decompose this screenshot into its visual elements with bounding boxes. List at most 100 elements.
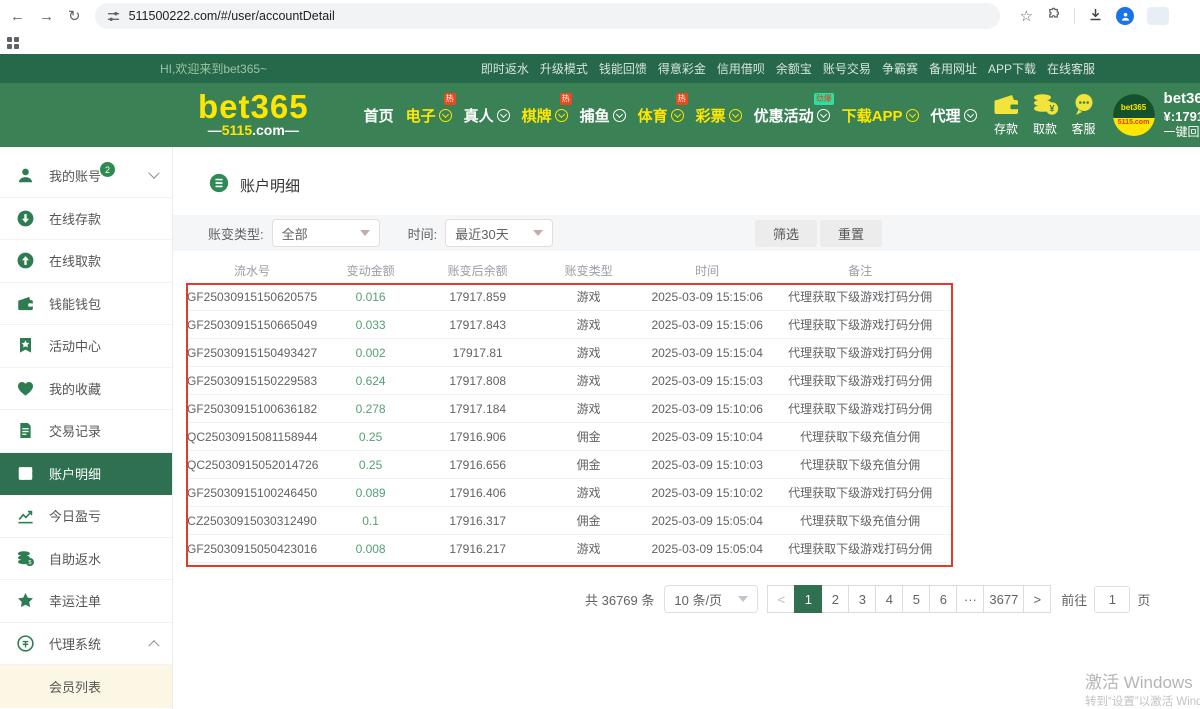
reset-button[interactable]: 重置: [820, 220, 882, 247]
type-filter-select[interactable]: 全部: [272, 219, 380, 247]
welcome-link[interactable]: APP下载: [988, 60, 1036, 77]
nav-item-棋牌[interactable]: 棋牌热: [522, 105, 568, 126]
sidebar-item-在线存款[interactable]: 在线存款: [0, 198, 172, 241]
watermark-line2: 转到“设置”以激活 Windows: [1085, 693, 1200, 709]
table-cell: 2025-03-09 15:05:04: [646, 542, 768, 556]
page-title: 账户明细: [208, 173, 1200, 197]
page-button-4[interactable]: 4: [875, 585, 903, 613]
sidebar-item-交易记录[interactable]: 交易记录: [0, 410, 172, 453]
sidebar-item-会员列表[interactable]: 会员列表: [0, 665, 172, 708]
nav-item-体育[interactable]: 体育热: [638, 105, 684, 126]
page-button-1[interactable]: 1: [794, 585, 822, 613]
sidebar-item-在线取款[interactable]: 在线取款: [0, 240, 172, 283]
welcome-link[interactable]: 钱能回馈: [599, 60, 647, 77]
page-button-2[interactable]: 2: [821, 585, 849, 613]
sidebar-item-代理系统[interactable]: 代理系统: [0, 623, 172, 666]
bookmark-star-icon[interactable]: ☆: [1020, 9, 1033, 24]
forward-icon[interactable]: →: [39, 9, 54, 24]
page-button-3677[interactable]: 3677: [983, 585, 1024, 613]
table-cell: 2025-03-09 15:15:06: [646, 318, 768, 332]
table-cell: 0.033: [317, 318, 424, 332]
page-size-select[interactable]: 10 条/页: [664, 585, 758, 613]
sidebar-item-自助返水[interactable]: $自助返水: [0, 538, 172, 581]
sidebar-item-我的收藏[interactable]: 我的收藏: [0, 368, 172, 411]
page-size-value: 10 条/页: [674, 590, 722, 609]
back-icon[interactable]: ←: [10, 9, 25, 24]
welcome-link[interactable]: 争霸赛: [882, 60, 918, 77]
site-settings-icon[interactable]: [107, 10, 120, 23]
more-pages-icon[interactable]: ···: [956, 585, 984, 613]
table-cell: 代理获取下级游戏打码分佣: [768, 344, 952, 361]
sidebar-item-活动中心[interactable]: 活动中心: [0, 325, 172, 368]
sidebar-item-幸运注单[interactable]: 幸运注单: [0, 580, 172, 623]
time-filter-value: 最近30天: [455, 224, 508, 243]
chevron-down-icon: [613, 109, 626, 122]
page-button-5[interactable]: 5: [902, 585, 930, 613]
goto-page-input[interactable]: [1094, 586, 1130, 613]
url-bar[interactable]: 511500222.com/#/user/accountDetail: [95, 3, 1000, 29]
nav-item-代理[interactable]: 代理: [931, 105, 977, 126]
filter-button[interactable]: 筛选: [755, 220, 817, 247]
nav-item-彩票[interactable]: 彩票: [696, 105, 742, 126]
welcome-link[interactable]: 余额宝: [776, 60, 812, 77]
profile-avatar-icon[interactable]: [1116, 7, 1134, 25]
nav-item-label: 捕鱼: [580, 105, 610, 126]
apps-grid-icon[interactable]: [7, 37, 19, 49]
goto-suffix: 页: [1137, 590, 1150, 609]
table-cell: 代理获取下级游戏打码分佣: [768, 372, 952, 389]
logo-brand: bet365: [198, 92, 309, 122]
column-header: 变动金额: [317, 262, 424, 279]
nav-item-优惠活动[interactable]: 优惠活动劲爆: [754, 105, 830, 126]
page-button-6[interactable]: 6: [929, 585, 957, 613]
客服-action[interactable]: 客服: [1071, 93, 1097, 137]
welcome-link[interactable]: 即时返水: [481, 60, 529, 77]
prev-page-button[interactable]: <: [767, 585, 795, 613]
sidebar-item-label: 会员列表: [49, 677, 101, 696]
sidebar: 我的账号2在线存款在线取款钱能钱包活动中心我的收藏交易记录账户明细今日盈亏$自助…: [0, 147, 173, 709]
nav-item-捕鱼[interactable]: 捕鱼: [580, 105, 626, 126]
reload-icon[interactable]: ↻: [68, 9, 81, 24]
extensions-icon[interactable]: [1046, 7, 1061, 25]
next-page-button[interactable]: >: [1023, 585, 1051, 613]
table-cell: 游戏: [531, 540, 646, 557]
table-cell: 2025-03-09 15:10:02: [646, 486, 768, 500]
download-icon[interactable]: [1088, 7, 1103, 25]
welcome-link[interactable]: 备用网址: [929, 60, 977, 77]
one-key-return-button[interactable]: 一键回归: [1164, 125, 1200, 141]
sidebar-item-账户明细[interactable]: 账户明细: [0, 453, 172, 496]
hot-badge: 热: [444, 93, 456, 105]
account-badge-logo[interactable]: bet365 5115.com: [1113, 94, 1155, 136]
column-header: 账变类型: [531, 262, 646, 279]
chevron-down-icon: [533, 230, 543, 236]
table-cell: 游戏: [531, 344, 646, 361]
page-button-3[interactable]: 3: [848, 585, 876, 613]
nav-item-电子[interactable]: 电子热: [406, 105, 452, 126]
table-cell: GF25030915150620575: [187, 290, 317, 304]
table-row: QC250309150811589440.2517916.906佣金2025-0…: [187, 423, 952, 451]
welcome-link[interactable]: 得意彩金: [658, 60, 706, 77]
welcome-link[interactable]: 账号交易: [823, 60, 871, 77]
account-detail-icon: [208, 172, 230, 199]
table-cell: 游戏: [531, 316, 646, 333]
browser-toolbar: ← → ↻ 511500222.com/#/user/accountDetail…: [0, 0, 1200, 32]
hot-badge: 热: [676, 93, 688, 105]
welcome-link[interactable]: 信用借呗: [717, 60, 765, 77]
取款-action[interactable]: ¥取款: [1032, 93, 1059, 137]
nav-item-真人[interactable]: 真人: [464, 105, 510, 126]
chevron-down-icon: [148, 167, 159, 178]
table-cell: 17917.859: [424, 290, 531, 304]
main-content: 账户明细 账变类型: 全部 时间: 最近30天 筛选 重置 流水号变动金额账变后…: [173, 147, 1200, 709]
sidebar-item-今日盈亏[interactable]: 今日盈亏: [0, 495, 172, 538]
badge-logo-bottom: 5115.com: [1113, 118, 1155, 127]
存款-action[interactable]: 存款: [993, 93, 1020, 137]
nav-item-下载APP[interactable]: 下载APP: [842, 105, 919, 126]
welcome-link[interactable]: 在线客服: [1047, 60, 1095, 77]
sidebar-item-我的账号[interactable]: 我的账号2: [0, 155, 172, 198]
sidebar-item-钱能钱包[interactable]: 钱能钱包: [0, 283, 172, 326]
nav-item-label: 下载APP: [842, 105, 903, 126]
time-filter-select[interactable]: 最近30天: [445, 219, 553, 247]
browser-menu-icon[interactable]: [1147, 7, 1169, 25]
site-logo[interactable]: bet365 —5115.com—: [198, 92, 309, 138]
nav-item-首页[interactable]: 首页: [364, 105, 394, 126]
welcome-link[interactable]: 升级模式: [540, 60, 588, 77]
